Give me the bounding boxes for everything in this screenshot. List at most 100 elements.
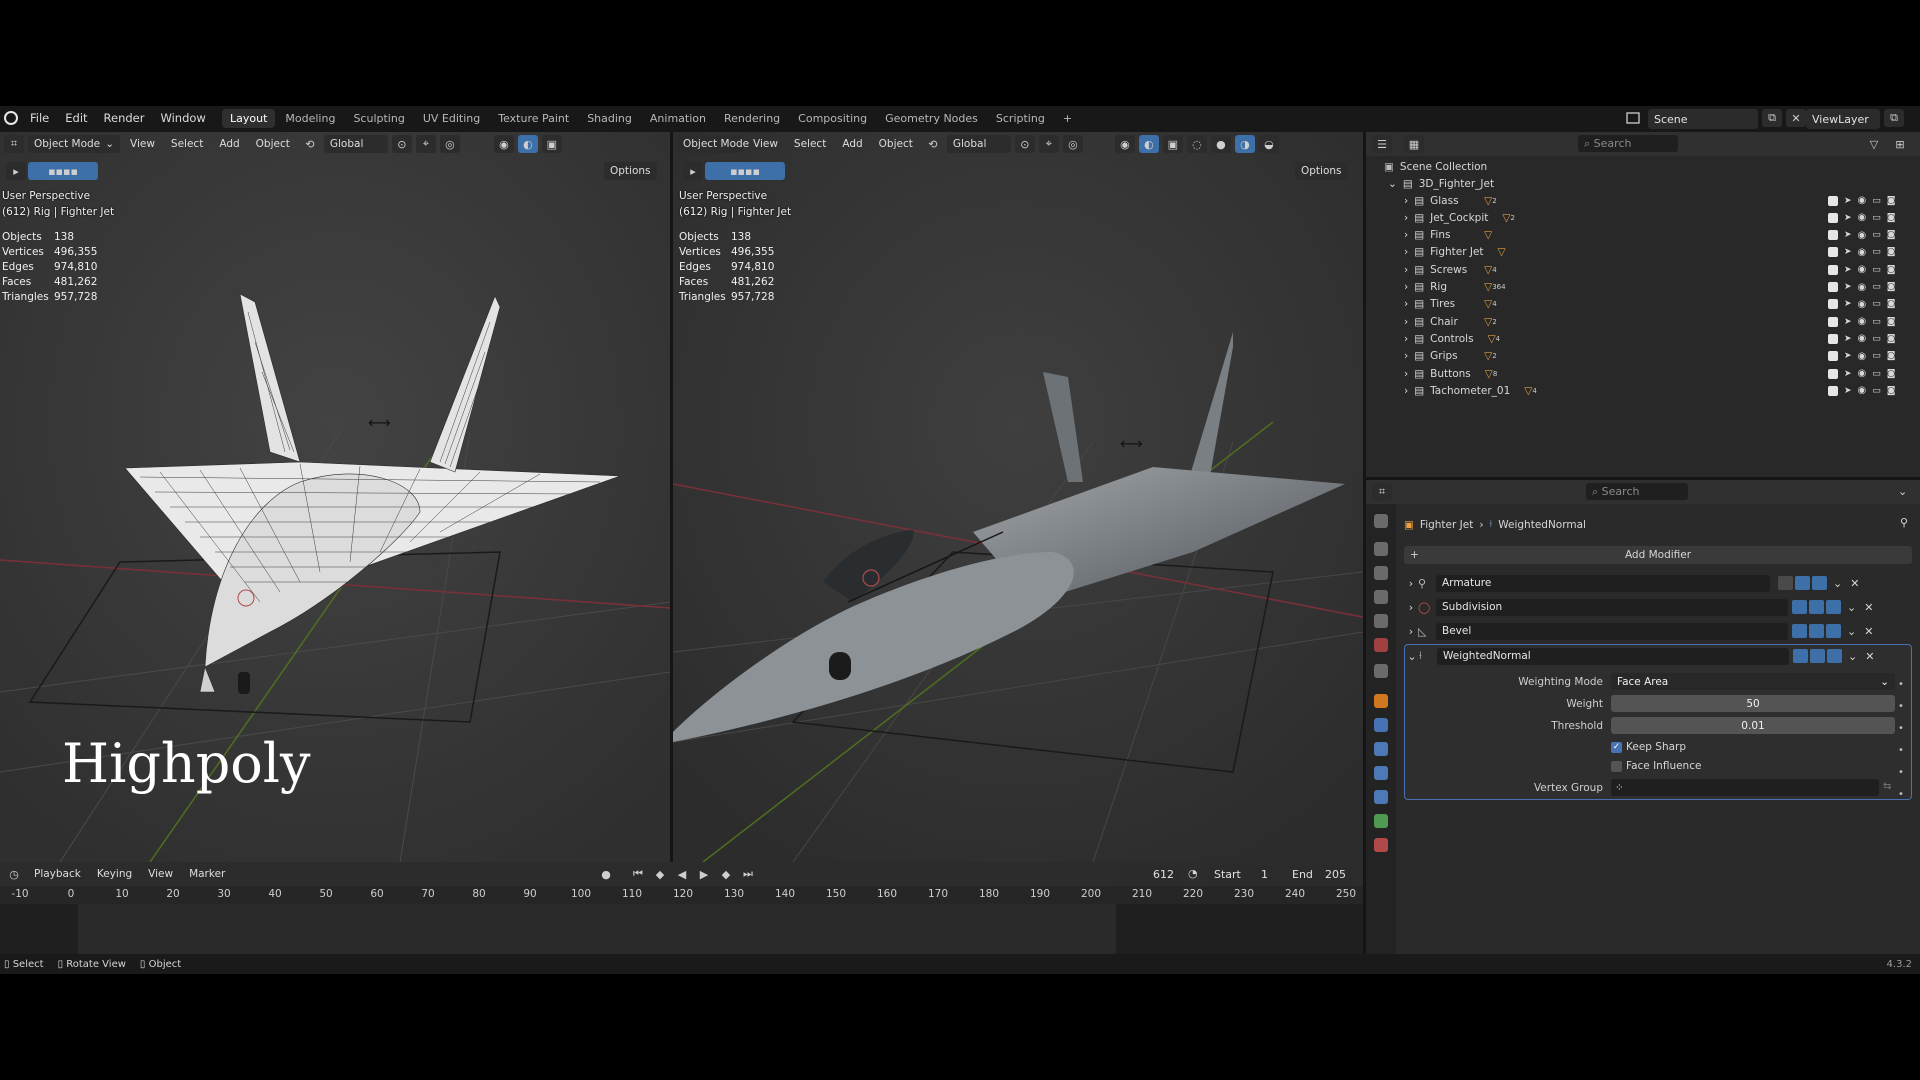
- add-workspace-button[interactable]: +: [1055, 109, 1080, 128]
- menu-view[interactable]: View: [124, 135, 161, 153]
- render-icon[interactable]: [1827, 649, 1842, 663]
- physics-tab-icon[interactable]: [1374, 766, 1388, 780]
- chevron-right-icon[interactable]: ›: [1404, 316, 1408, 328]
- tab-scripting[interactable]: Scripting: [988, 109, 1053, 128]
- visibility-icon[interactable]: ◉: [493, 135, 514, 153]
- scene-tab-icon[interactable]: [1374, 614, 1388, 628]
- data-tab-icon[interactable]: [1374, 814, 1388, 828]
- face-influence-checkbox[interactable]: Face Influence: [1611, 760, 1701, 772]
- filter-icon[interactable]: ▽: [1864, 135, 1884, 153]
- chevron-right-icon[interactable]: ›: [1404, 212, 1408, 224]
- chevron-down-icon[interactable]: ⌄: [1898, 485, 1907, 498]
- record-icon[interactable]: ●: [596, 865, 616, 883]
- menu-window[interactable]: Window: [152, 111, 213, 125]
- vertex-group-field[interactable]: ⁘: [1611, 779, 1879, 796]
- chevron-right-icon[interactable]: ›: [1404, 281, 1408, 293]
- pivot-icon[interactable]: ⊙: [1014, 135, 1035, 153]
- tab-rendering[interactable]: Rendering: [716, 109, 788, 128]
- viewport-right[interactable]: ⟷ Object Mode View Select Add Object ⟲ G…: [673, 132, 1363, 862]
- menu-object[interactable]: Object: [873, 135, 919, 153]
- properties-editor-icon[interactable]: ⌗: [1372, 483, 1392, 501]
- jump-end-icon[interactable]: ⏭: [738, 865, 758, 883]
- new-view-layer-icon[interactable]: ⧉: [1884, 109, 1904, 127]
- chevron-right-icon[interactable]: ›: [1404, 264, 1408, 276]
- outliner-search[interactable]: ⌕ Search: [1578, 135, 1678, 152]
- xray-icon[interactable]: ▣: [1162, 135, 1183, 153]
- close-icon[interactable]: ✕: [1850, 577, 1859, 590]
- xray-icon[interactable]: ▣: [541, 135, 562, 153]
- menu-playback[interactable]: Playback: [28, 865, 87, 883]
- options-button[interactable]: Options: [1295, 162, 1348, 180]
- modifier-name-field[interactable]: WeightedNormal: [1437, 647, 1789, 665]
- tab-compositing[interactable]: Compositing: [790, 109, 875, 128]
- menu-marker[interactable]: Marker: [183, 865, 231, 883]
- jump-start-icon[interactable]: ⏮: [628, 865, 648, 883]
- chevron-right-icon[interactable]: ›: [1404, 298, 1408, 310]
- scene-icon[interactable]: [1624, 109, 1644, 127]
- tab-geometry-nodes[interactable]: Geometry Nodes: [877, 109, 986, 128]
- weighting-mode-select[interactable]: Face Area ⌄: [1611, 673, 1895, 690]
- edit-mode-icon[interactable]: [1792, 600, 1807, 614]
- next-keyframe-icon[interactable]: ◆: [716, 865, 736, 883]
- play-icon[interactable]: ▶: [694, 865, 714, 883]
- blender-logo-icon[interactable]: [4, 111, 18, 125]
- view-layer-tab-icon[interactable]: [1374, 590, 1388, 604]
- scene-selector[interactable]: Scene: [1648, 109, 1758, 129]
- modifier-name-field[interactable]: Subdivision: [1436, 598, 1788, 616]
- chevron-right-icon[interactable]: ›: [1404, 195, 1408, 207]
- selection-mode-icon[interactable]: ▪▪▪▪: [28, 162, 98, 180]
- play-reverse-icon[interactable]: ◀: [672, 865, 692, 883]
- rendered-shading-icon[interactable]: ◒: [1258, 135, 1279, 153]
- invert-icon[interactable]: ⇆: [1883, 781, 1891, 792]
- overlays-icon[interactable]: ◐: [517, 135, 538, 153]
- chevron-right-icon[interactable]: ›: [1404, 577, 1418, 590]
- snap-icon[interactable]: ⌖: [1038, 135, 1059, 153]
- render-icon[interactable]: [1826, 600, 1841, 614]
- close-icon[interactable]: ✕: [1864, 601, 1873, 614]
- chevron-right-icon[interactable]: ›: [1404, 625, 1418, 638]
- chevron-down-icon[interactable]: ⌄: [1405, 650, 1419, 663]
- tab-sculpting[interactable]: Sculpting: [345, 109, 412, 128]
- tweak-tool-icon[interactable]: ▸: [6, 162, 26, 180]
- material-tab-icon[interactable]: [1374, 838, 1388, 852]
- chevron-right-icon[interactable]: ›: [1404, 246, 1408, 258]
- selection-mode-icon[interactable]: ▪▪▪▪: [705, 162, 785, 180]
- display-mode-icon[interactable]: ▦: [1404, 135, 1424, 153]
- tab-texture-paint[interactable]: Texture Paint: [490, 109, 577, 128]
- scene-collection-row[interactable]: ▣ Scene Collection: [1366, 158, 1920, 175]
- tab-shading[interactable]: Shading: [579, 109, 640, 128]
- chevron-down-icon[interactable]: ⌄: [1833, 577, 1842, 590]
- collection-tab-icon[interactable]: [1374, 664, 1388, 678]
- render-icon[interactable]: [1826, 624, 1841, 638]
- frame-ruler[interactable]: -10 0 10 20 30 40 50 60 70 80 90 100 110 120 130 140 150…: [0, 886, 1363, 904]
- pivot-icon[interactable]: ⊙: [391, 135, 412, 153]
- particles-tab-icon[interactable]: [1374, 742, 1388, 756]
- chevron-right-icon[interactable]: ›: [1404, 601, 1418, 614]
- modifier-name-field[interactable]: Armature: [1436, 574, 1770, 592]
- chevron-down-icon[interactable]: ⌄: [1847, 601, 1856, 614]
- modifier-weighted-normal[interactable]: ⌄ ⟊ WeightedNormal ⌄ ✕: [1405, 645, 1911, 667]
- close-icon[interactable]: ✕: [1865, 650, 1874, 663]
- edit-mode-icon[interactable]: [1792, 624, 1807, 638]
- modifier-name-field[interactable]: Bevel: [1436, 622, 1788, 640]
- start-frame-field[interactable]: Start 1: [1208, 865, 1274, 883]
- end-frame-field[interactable]: End 205: [1286, 865, 1352, 883]
- orientation-selector[interactable]: Global: [323, 135, 388, 153]
- menu-view[interactable]: View: [747, 135, 784, 153]
- render-icon[interactable]: [1812, 576, 1827, 590]
- edit-mode-icon[interactable]: [1793, 649, 1808, 663]
- gizmo-icon[interactable]: ⟲: [923, 135, 943, 153]
- proportional-edit-icon[interactable]: ◎: [1062, 135, 1083, 153]
- tweak-tool-icon[interactable]: ▸: [683, 162, 703, 180]
- options-button[interactable]: Options: [604, 162, 657, 180]
- chevron-right-icon[interactable]: ›: [1404, 368, 1408, 380]
- menu-edit[interactable]: Edit: [57, 111, 95, 125]
- chevron-right-icon[interactable]: ›: [1404, 350, 1408, 362]
- menu-render[interactable]: Render: [96, 111, 153, 125]
- orientation-selector[interactable]: Global: [946, 135, 1011, 153]
- menu-object[interactable]: Object: [250, 135, 296, 153]
- chevron-down-icon[interactable]: ⌄: [1848, 650, 1857, 663]
- chevron-down-icon[interactable]: ⌄: [1847, 625, 1856, 638]
- animate-dots[interactable]: • • • • • •: [1898, 674, 1904, 806]
- mode-selector[interactable]: Object Mode: [677, 135, 749, 153]
